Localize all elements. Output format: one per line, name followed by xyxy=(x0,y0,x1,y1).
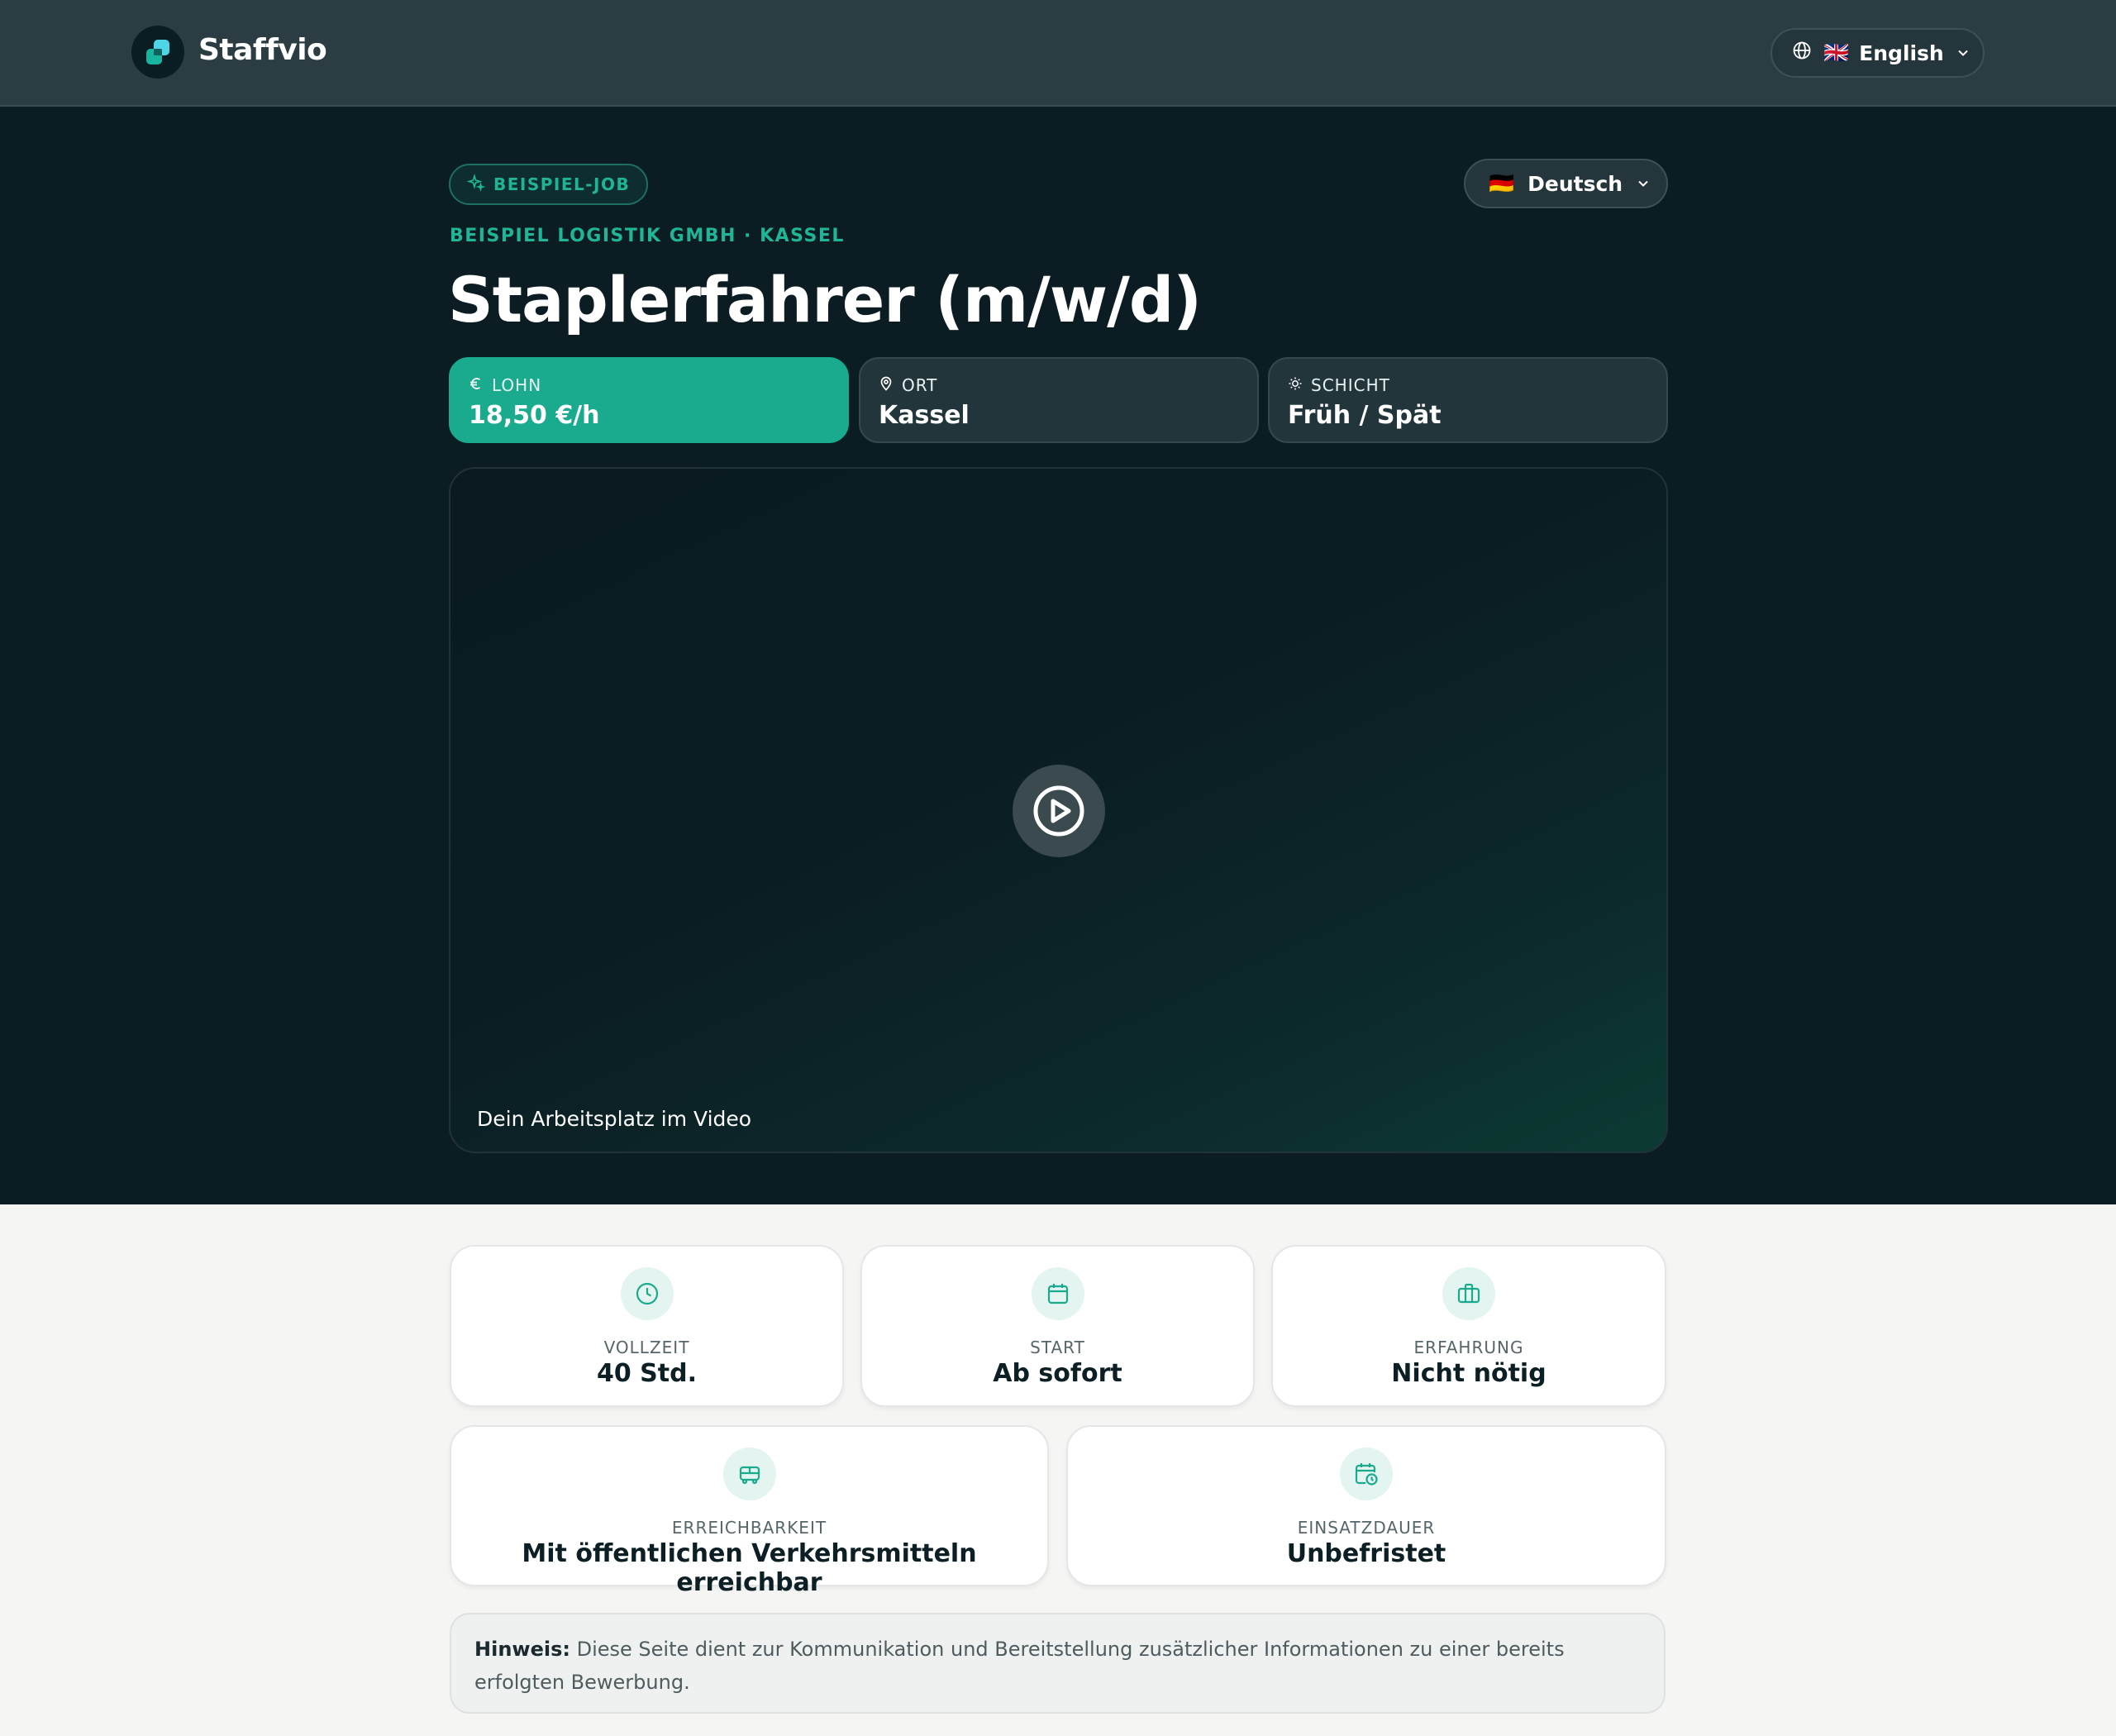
detail-card-duration: EINSATZDAUER Unbefristet xyxy=(1066,1425,1666,1586)
calendar-clock-icon xyxy=(1340,1447,1393,1500)
detail-value: 40 Std. xyxy=(596,1359,697,1388)
staffvio-logo-icon[interactable] xyxy=(131,26,184,79)
calendar-icon xyxy=(1031,1267,1084,1320)
detail-label: ERFAHRUNG xyxy=(1413,1338,1524,1357)
language-label: Deutsch xyxy=(1527,171,1623,196)
location-pin-icon xyxy=(879,375,894,395)
stat-location: ORT Kassel xyxy=(859,357,1259,443)
sun-icon xyxy=(1288,375,1303,395)
stat-label: LOHN xyxy=(492,375,542,395)
stat-salary: LOHN 18,50 €/h xyxy=(449,357,849,443)
sparkles-icon xyxy=(466,173,486,196)
stat-value: 18,50 €/h xyxy=(469,401,600,430)
detail-card-fulltime: VOLLZEIT 40 Std. xyxy=(450,1245,844,1407)
detail-card-experience: ERFAHRUNG Nicht nötig xyxy=(1271,1245,1666,1407)
detail-label: VOLLZEIT xyxy=(603,1338,690,1357)
clock-icon xyxy=(620,1267,674,1320)
workplace-video[interactable]: Dein Arbeitsplatz im Video xyxy=(449,467,1668,1153)
language-selector-german[interactable]: 🇩🇪 Deutsch xyxy=(1464,159,1668,208)
stat-label: ORT xyxy=(902,375,938,395)
language-selector-english[interactable]: 🇬🇧 English xyxy=(1770,28,1985,78)
detail-label: EINSATZDAUER xyxy=(1297,1518,1436,1538)
detail-value: Unbefristet xyxy=(1286,1539,1446,1568)
detail-label: START xyxy=(1030,1338,1085,1357)
stat-shift: SCHICHT Früh / Spät xyxy=(1268,357,1668,443)
euro-icon xyxy=(469,375,484,395)
briefcase-icon xyxy=(1442,1267,1495,1320)
bus-icon xyxy=(722,1447,776,1500)
detail-card-start: START Ab sofort xyxy=(860,1245,1255,1407)
language-label: English xyxy=(1859,41,1944,65)
detail-value: Ab sofort xyxy=(993,1359,1122,1388)
badge-label: BEISPIEL-JOB xyxy=(493,174,631,194)
chevron-down-icon xyxy=(1956,41,1971,65)
info-note: Hinweis: Diese Seite dient zur Kommunika… xyxy=(450,1613,1666,1714)
detail-card-accessibility: ERREICHBARKEIT Mit öffentlichen Verkehrs… xyxy=(450,1425,1049,1597)
play-button[interactable] xyxy=(1013,765,1105,857)
detail-value: Nicht nötig xyxy=(1391,1359,1546,1388)
stat-value: Kassel xyxy=(879,401,970,430)
flag-icon: 🇬🇧 xyxy=(1823,41,1850,64)
video-caption: Dein Arbeitsplatz im Video xyxy=(477,1107,752,1131)
note-label: Hinweis: xyxy=(474,1638,570,1661)
example-job-badge: BEISPIEL-JOB xyxy=(449,164,649,205)
chevron-down-icon xyxy=(1636,172,1651,196)
top-navigation: Staffvio 🇬🇧 English xyxy=(0,0,2116,107)
globe-icon xyxy=(1792,41,1812,65)
job-title: Staplerfahrer (m/w/d) xyxy=(448,263,1202,336)
detail-value: Mit öffentlichen Verkehrsmitteln erreich… xyxy=(522,1539,977,1597)
stat-label: SCHICHT xyxy=(1311,375,1390,395)
stat-value: Früh / Spät xyxy=(1288,401,1442,430)
detail-label: ERREICHBARKEIT xyxy=(671,1518,827,1538)
company-location: BEISPIEL LOGISTIK GMBH · KASSEL xyxy=(450,226,845,246)
flag-icon: 🇩🇪 xyxy=(1489,171,1515,195)
brand-name[interactable]: Staffvio xyxy=(198,33,327,67)
note-text: Diese Seite dient zur Kommunikation und … xyxy=(474,1638,1565,1694)
